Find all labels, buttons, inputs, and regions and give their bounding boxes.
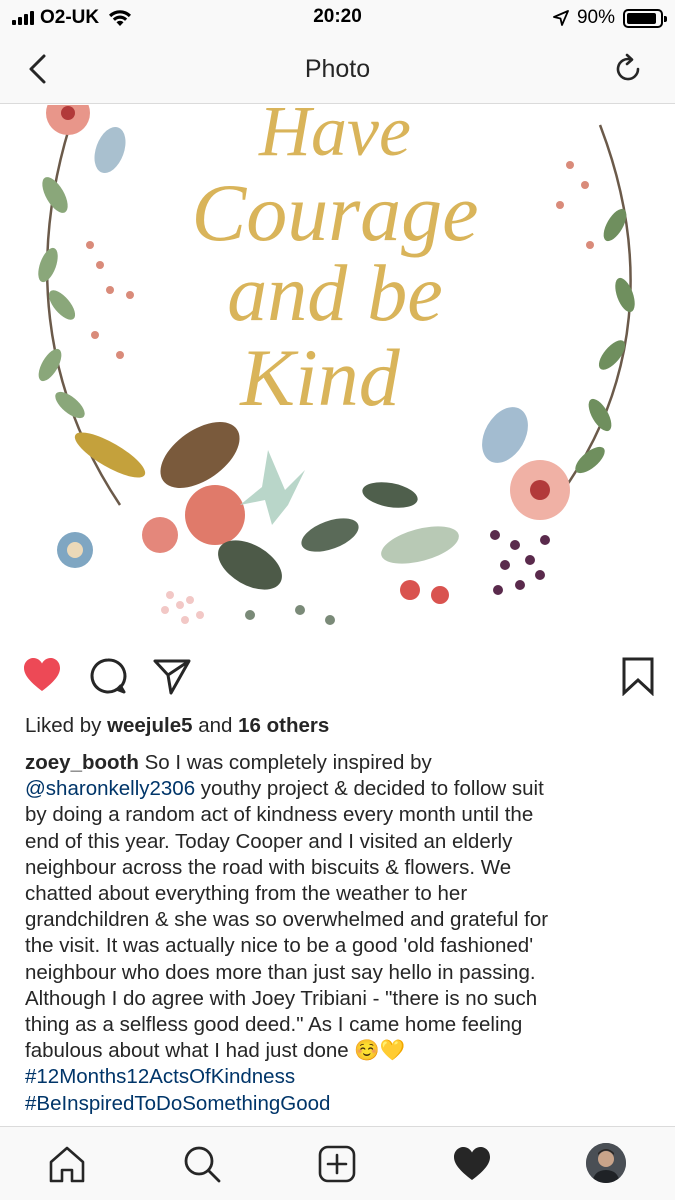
caption-text: So I was completely inspired by: [138, 751, 432, 774]
likes-others[interactable]: 16 others: [238, 714, 329, 737]
caption-line: by doing a random act of kindness every …: [25, 803, 534, 827]
battery-icon: [623, 8, 667, 28]
search-icon[interactable]: [182, 1144, 222, 1184]
photo-text-and-be: and be: [227, 250, 443, 338]
likes-middle: and: [192, 714, 239, 737]
bottom-tab-bar: [0, 1126, 675, 1200]
nav-bar: Photo: [0, 36, 675, 104]
post-actions: [0, 648, 675, 702]
liked-by-user[interactable]: weejule5: [107, 714, 192, 737]
new-post-icon[interactable]: [317, 1144, 357, 1184]
comment-icon[interactable]: [88, 656, 128, 696]
caption-mention[interactable]: @sharonkelly2306: [25, 777, 195, 800]
battery-percent: 90%: [576, 7, 615, 28]
home-icon[interactable]: [47, 1144, 87, 1184]
caption-line: fabulous about what I had just done ☺️💛: [25, 1039, 406, 1063]
hashtag-link[interactable]: #12Months12ActsOfKindness: [25, 1064, 655, 1090]
likes-prefix: Liked by: [25, 714, 108, 737]
caption-line: Although I do agree with Joey Tribiani -…: [25, 986, 538, 1010]
photo-text-have: Have: [258, 105, 411, 171]
paper-plane-icon[interactable]: [152, 656, 192, 696]
photo-text-courage: Courage: [192, 167, 479, 258]
post-caption: zoey_booth So I was completely inspired …: [25, 750, 655, 1117]
profile-avatar[interactable]: [586, 1143, 626, 1183]
likes-summary[interactable]: Liked by weejule5 and 16 others: [25, 714, 329, 738]
bookmark-icon[interactable]: [618, 656, 658, 696]
heart-filled-icon[interactable]: [22, 656, 62, 696]
floral-wreath-image: Have Courage and be Kind: [38, 105, 635, 625]
photo-text-kind: Kind: [239, 332, 400, 423]
caption-line: the visit. It was actually nice to be a …: [25, 934, 534, 958]
caption-text: youthy project & decided to follow suit: [195, 777, 544, 801]
caption-line: neighbour across the road with biscuits …: [25, 855, 512, 879]
caption-line: neighbour who does more than just say he…: [25, 960, 536, 984]
caption-line: end of this year. Today Cooper and I vis…: [25, 829, 513, 853]
page-title: Photo: [304, 55, 371, 83]
caption-line: chatted about everything from the weathe…: [25, 882, 468, 906]
caption-username[interactable]: zoey_booth: [25, 751, 139, 774]
caption-line: @sharonkelly2306 youthy project & decide…: [25, 776, 655, 802]
status-bar: O2-UK 20:20 90%: [0, 0, 675, 36]
caption-line: thing as a selfless good deed." As I cam…: [25, 1013, 523, 1037]
caption-line: zoey_booth So I was completely inspired …: [25, 750, 655, 776]
avatar-image: [586, 1143, 626, 1183]
refresh-icon[interactable]: [611, 52, 645, 86]
hashtag-link[interactable]: #BeInspiredToDoSomethingGood: [25, 1091, 655, 1117]
status-right: 90%: [553, 7, 667, 29]
activity-heart-icon[interactable]: [452, 1144, 492, 1184]
location-arrow-icon: [553, 10, 569, 26]
caption-line: grandchildren & she was so overwhelmed a…: [25, 908, 549, 932]
post-photo[interactable]: Have Courage and be Kind: [0, 105, 675, 645]
